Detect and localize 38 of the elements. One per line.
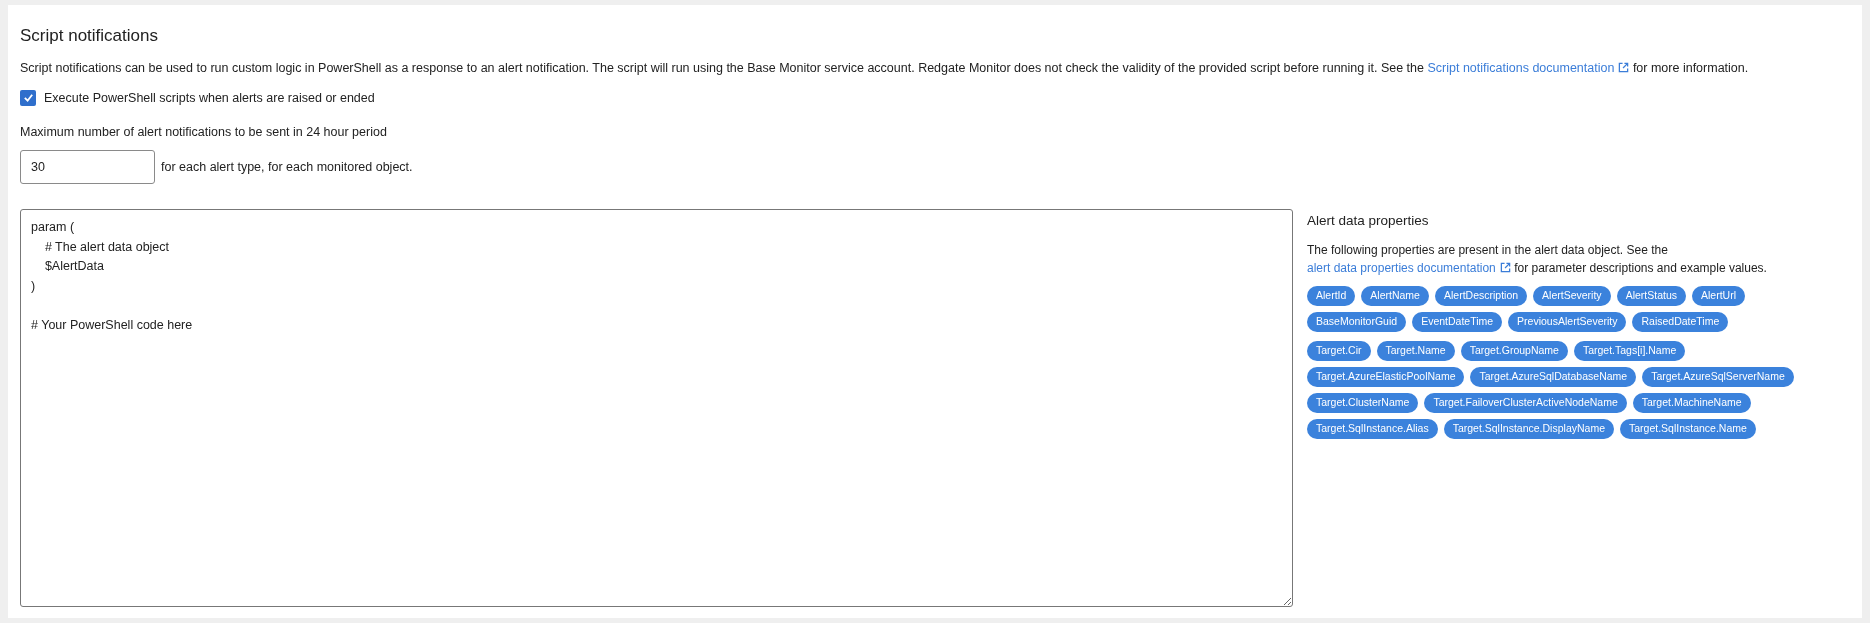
property-chip[interactable]: Target.Cir [1307,341,1371,362]
property-chip[interactable]: AlertUrl [1692,286,1745,307]
max-notifications-suffix: for each alert type, for each monitored object. [161,158,413,176]
property-chip[interactable]: Target.AzureSqlServerName [1642,367,1794,388]
property-chip[interactable]: PreviousAlertSeverity [1508,312,1627,333]
property-chip[interactable]: Target.MachineName [1632,393,1751,414]
documentation-link[interactable]: Script notifications documentation [1427,60,1630,75]
properties-documentation-link[interactable]: alert data properties documentation [1307,261,1511,276]
external-link-icon [1499,262,1511,274]
property-chip[interactable]: AlertDescription [1434,286,1528,307]
description-text: Script notifications can be used to run custom logic in PowerShell as a response to an alert notification. The script will run using the Base Monitor service account. Redgate Monitor does not check the validity of the provided script before running it. See the Script notifications documentation for more information. [20,59,1750,77]
property-chip[interactable]: Target.Name [1376,341,1455,362]
panel-title: Alert data properties [1307,212,1430,230]
property-chip[interactable]: Target.Tags[i].Name [1573,341,1686,362]
property-chip[interactable]: AlertId [1307,286,1356,307]
external-link-icon [1618,61,1630,73]
property-chip[interactable]: Target.SqlInstance.Name [1620,419,1756,440]
panel-description: The following properties are present in the alert data object. See the alert data properties documentation for parameter descriptions and example values. [1307,242,1768,278]
max-notifications-field[interactable]: 30 [20,150,155,184]
property-chip[interactable]: Target.SqlInstance.Alias [1307,419,1438,440]
property-chip[interactable]: AlertName [1361,286,1429,307]
checkbox[interactable] [20,89,36,106]
property-chip[interactable]: BaseMonitorGuid [1307,312,1407,333]
script-editor[interactable]: param ( # The alert data object $AlertData ) # Your PowerShell code here [20,209,1293,607]
max-notifications-label: Maximum number of alert notifications to be sent in 24 hour period [20,124,388,142]
section-title: Script notifications [20,25,159,47]
property-chip[interactable]: Target.ClusterName [1307,393,1419,414]
property-chip[interactable]: Target.AzureSqlDatabaseName [1470,367,1637,388]
property-chip[interactable]: RaisedDateTime [1632,312,1729,333]
property-chip[interactable]: Target.SqlInstance.DisplayName [1443,419,1614,440]
property-chip[interactable]: Target.AzureElasticPoolName [1307,367,1465,388]
property-chip[interactable]: Target.GroupName [1460,341,1568,362]
checkmark-icon [22,92,34,104]
property-chip[interactable]: AlertStatus [1616,286,1686,307]
property-chip[interactable]: AlertSeverity [1533,286,1611,307]
property-chip[interactable]: EventDateTime [1412,312,1503,333]
property-chip[interactable]: Target.FailoverClusterActiveNodeName [1424,393,1627,414]
checkbox-label: Execute PowerShell scripts when alerts are raised or ended [44,89,375,107]
